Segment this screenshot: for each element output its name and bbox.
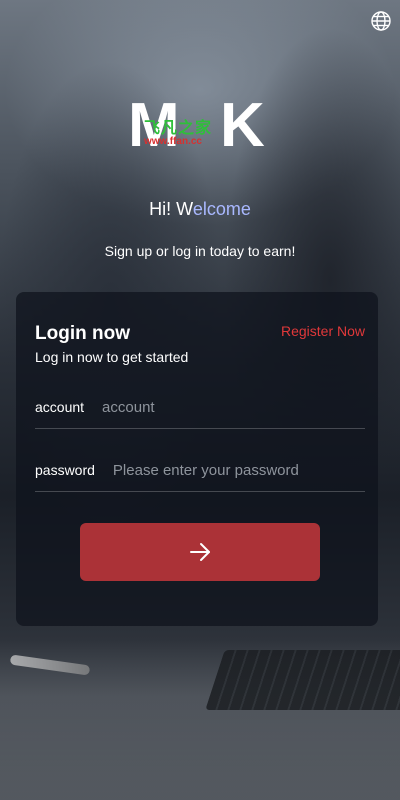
watermark-text: 飞凡之家: [144, 118, 213, 137]
login-title: Login now: [35, 323, 130, 344]
login-submit-button[interactable]: [80, 523, 320, 581]
globe-icon[interactable]: [370, 10, 392, 32]
login-subtitle: Log in now to get started: [35, 349, 189, 365]
register-now-link[interactable]: Register Now: [281, 323, 365, 339]
account-label: account: [35, 399, 85, 415]
welcome-subtitle: Sign up or log in today to earn!: [104, 243, 296, 259]
welcome-hi: Hi! W: [149, 199, 193, 219]
background-keyboard: [205, 650, 400, 710]
logo-letter-k: K: [220, 91, 265, 160]
welcome-rest: elcome: [192, 199, 251, 219]
password-field: password: [35, 449, 365, 492]
arrow-right-icon: [190, 543, 210, 561]
watermark-url: www.ffan.cc: [144, 136, 202, 147]
account-field: account: [35, 386, 365, 429]
account-input[interactable]: [100, 397, 365, 417]
login-screen: M K 飞凡之家 www.ffan.cc Hi! Welcome Sign up…: [0, 0, 400, 800]
welcome-heading: Hi! Welcome: [0, 199, 400, 220]
password-label: password: [35, 462, 95, 478]
brand-logo: M K 飞凡之家 www.ffan.cc: [128, 95, 276, 157]
password-input[interactable]: [110, 460, 365, 480]
login-card: Login now Log in now to get started Regi…: [16, 292, 378, 626]
